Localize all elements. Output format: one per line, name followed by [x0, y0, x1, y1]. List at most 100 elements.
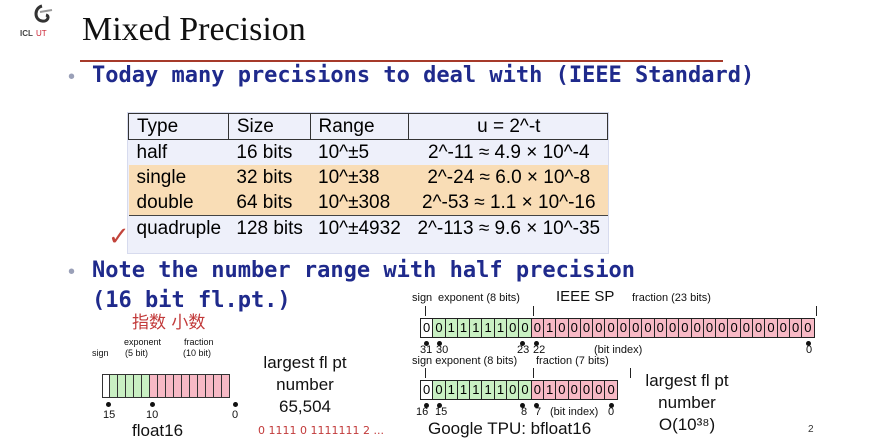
bf16-largest-l1: largest fl pt — [645, 371, 729, 390]
sp-title: IEEE SP — [556, 288, 615, 305]
bit-cell: 0 — [616, 318, 631, 338]
f16-exponent-bits: (5 bit) — [125, 348, 149, 358]
col-range: Range — [309, 113, 409, 140]
bf16-tick — [630, 368, 631, 378]
bit-cell: 0 — [739, 318, 754, 338]
bit-cell: 0 — [665, 318, 680, 338]
bit-cell: 1 — [481, 380, 495, 400]
precision-table: Type Size Range u = 2^-t half 16 bits 10… — [127, 112, 609, 254]
table-row: double 64 bits 10^±308 2^-53 ≈ 1.1 × 10^… — [128, 190, 608, 216]
table-row: quadruple 128 bits 10^±4932 2^-113 ≈ 9.6… — [128, 215, 608, 241]
bit-cell: 1 — [542, 380, 557, 400]
sp-tick — [425, 306, 426, 316]
bit-cell: 0 — [801, 318, 815, 338]
bf16-largest-value: O(10³⁸) — [658, 415, 716, 434]
f16-largest-l1: largest fl pt — [263, 353, 347, 372]
cell-u: 2^-11 ≈ 4.9 × 10^-4 — [408, 139, 608, 165]
cell-range: 10^±4932 — [310, 215, 409, 241]
handwritten-note: 指数 小数 — [132, 313, 206, 333]
bit-cell: 0 — [641, 318, 655, 338]
bit-cell: 0 — [518, 318, 532, 338]
bit-cell: 0 — [530, 318, 544, 338]
f16-fraction-label: fraction — [184, 337, 214, 347]
bf16-fraction-label: fraction (7 bits) — [536, 355, 609, 367]
f16-fraction-bits: (10 bit) — [183, 348, 212, 358]
bit-cell: 1 — [469, 318, 483, 338]
bit-cell: 0 — [432, 318, 446, 338]
cell-range: 10^±5 — [310, 139, 409, 165]
f16-bit-cell — [221, 374, 230, 398]
cell-size: 128 bits — [228, 215, 311, 241]
f16-index-dot — [233, 402, 238, 407]
f16-sign-label: sign — [92, 348, 109, 358]
bit-cell: 0 — [506, 318, 520, 338]
float16-bits — [102, 374, 240, 398]
bit-cell: 0 — [678, 318, 692, 338]
svg-text:UT: UT — [36, 29, 47, 38]
cell-range: 10^±38 — [310, 165, 409, 190]
cell-u: 2^-113 ≈ 9.6 × 10^-35 — [408, 215, 608, 241]
bit-cell: 0 — [604, 380, 618, 400]
ieee-sp-bits: 00111110001000000000000000000000 — [420, 318, 815, 338]
bit-cell: 1 — [481, 318, 495, 338]
bit-cell: 0 — [653, 318, 667, 338]
cell-range: 10^±308 — [310, 190, 409, 216]
bf16-tick — [425, 368, 426, 378]
bit-cell: 0 — [788, 318, 803, 338]
col-size: Size — [227, 113, 311, 140]
page-number: 2 — [808, 424, 814, 435]
bit-cell: 1 — [493, 380, 508, 400]
f16-index-dot — [106, 402, 111, 407]
bullet-marker: • — [68, 261, 76, 283]
f16-index-dot — [150, 402, 155, 407]
sp-sign-label: sign — [412, 292, 433, 304]
bit-cell: 0 — [506, 380, 520, 400]
f16-largest: largest fl pt number 65,504 — [250, 352, 360, 418]
bit-cell: 0 — [567, 380, 581, 400]
sp-idx-0: 0 — [806, 344, 813, 356]
table-row: half 16 bits 10^±5 2^-11 ≈ 4.9 × 10^-4 — [128, 139, 608, 165]
bit-cell: 0 — [579, 318, 594, 338]
bit-cell: 0 — [629, 318, 643, 338]
bit-cell: 1 — [444, 380, 458, 400]
f16-idx-15: 15 — [103, 409, 116, 421]
bit-cell: 0 — [592, 380, 606, 400]
cell-size: 32 bits — [228, 165, 311, 190]
bit-cell: 0 — [579, 380, 594, 400]
f16-largest-value: 65,504 — [279, 397, 331, 416]
bullet-precisions: Today many precisions to deal with (IEEE… — [92, 63, 755, 88]
cell-u: 2^-24 ≈ 6.0 × 10^-8 — [408, 165, 608, 190]
handwritten-bits: 0 1111 0 1111111 2 ... — [258, 424, 384, 437]
bfloat16-bits: 0011111000100000 — [420, 380, 618, 400]
bf16-caption: Google TPU: bfloat16 — [428, 419, 592, 438]
sp-exponent-label: exponent (8 bits) — [438, 292, 520, 304]
icl-logo: ICL UT — [20, 4, 53, 38]
svg-text:ICL: ICL — [20, 29, 33, 38]
sp-tick — [533, 306, 534, 316]
bit-cell: 0 — [518, 380, 532, 400]
sp-idx-23: 23 — [517, 344, 530, 356]
bit-cell: 0 — [420, 318, 434, 338]
bf16-largest: largest fl pt number O(10³⁸) — [632, 370, 742, 436]
bf16-bit-index: (bit index) — [550, 406, 599, 418]
bullet-half-range: Note the number range with half precisio… — [92, 258, 636, 283]
bit-cell: 0 — [776, 318, 790, 338]
bit-cell: 0 — [420, 380, 434, 400]
col-type: Type — [128, 113, 229, 140]
bit-cell: 1 — [456, 380, 471, 400]
bf16-idx-8: 8 — [521, 406, 528, 418]
cell-size: 64 bits — [228, 190, 311, 216]
cell-size: 16 bits — [228, 139, 311, 165]
f16-caption: float16 — [132, 421, 184, 440]
bf16-idx-0: 0 — [608, 406, 615, 418]
bit-cell: 1 — [493, 318, 508, 338]
bf16-tick — [533, 368, 534, 378]
bf16-idx-16: 16 — [416, 406, 429, 418]
bit-cell: 0 — [555, 380, 569, 400]
table-header-row: Type Size Range u = 2^-t — [128, 113, 609, 140]
bf16-sign-exp-label: sign exponent (8 bits) — [412, 355, 518, 367]
bullet-marker: • — [68, 66, 76, 88]
bit-cell: 0 — [432, 380, 446, 400]
checkmark-icon: ✓ — [108, 222, 130, 252]
bit-cell: 0 — [604, 318, 618, 338]
